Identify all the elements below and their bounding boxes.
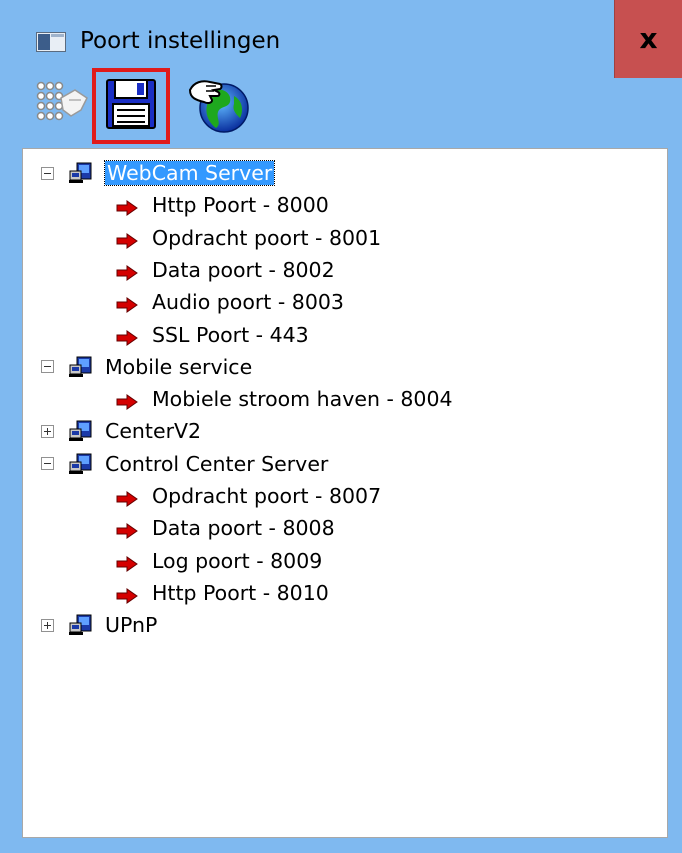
- tree-leaf-label[interactable]: Data poort - 8008: [152, 516, 335, 540]
- tree-node-label[interactable]: UPnP: [105, 613, 157, 637]
- tree-leaf-label[interactable]: Audio poort - 8003: [152, 290, 344, 314]
- web-button[interactable]: [180, 68, 258, 144]
- red-arrow-icon: [116, 197, 138, 217]
- red-arrow-icon: [116, 553, 138, 572]
- tree-leaf[interactable]: Mobiele stroom haven - 8004: [116, 384, 453, 414]
- tree-leaf-label[interactable]: Http Poort - 8000: [152, 193, 329, 217]
- tree-leaf[interactable]: Data poort - 8008: [116, 513, 335, 543]
- network-computer-icon: [69, 420, 93, 442]
- globe-hand-icon: [186, 72, 252, 140]
- tree-node[interactable]: WebCam Server: [41, 158, 276, 188]
- tree-leaf-label[interactable]: Http Poort - 8010: [152, 581, 329, 605]
- tree-leaf[interactable]: Opdracht poort - 8001: [116, 223, 381, 253]
- tree-leaf[interactable]: Log poort - 8009: [116, 546, 322, 576]
- collapse-icon[interactable]: [41, 457, 54, 471]
- red-arrow-icon: [116, 585, 138, 604]
- tree-leaf[interactable]: SSL Poort - 443: [116, 320, 309, 350]
- tree-leaf[interactable]: Audio poort - 8003: [116, 287, 344, 317]
- tree-node[interactable]: Mobile service: [41, 352, 252, 382]
- tree-leaf[interactable]: Opdracht poort - 8007: [116, 481, 381, 511]
- tree-node[interactable]: UPnP: [41, 610, 157, 640]
- port-settings-window: Poort instellingen x WebCam Server Http …: [0, 0, 682, 853]
- network-computer-icon: [69, 614, 93, 636]
- tree-leaf-label[interactable]: Opdracht poort - 8007: [152, 484, 381, 508]
- tree-leaf-label[interactable]: SSL Poort - 443: [152, 323, 309, 347]
- tree-leaf-label[interactable]: Opdracht poort - 8001: [152, 226, 381, 250]
- tree-leaf-label[interactable]: Mobiele stroom haven - 8004: [152, 387, 453, 411]
- port-grid-icon: [31, 76, 95, 136]
- tree-node-label[interactable]: Control Center Server: [105, 452, 328, 476]
- red-arrow-icon: [116, 294, 138, 314]
- red-arrow-icon: [116, 520, 138, 540]
- red-arrow-icon: [116, 391, 138, 411]
- collapse-icon[interactable]: [41, 166, 54, 180]
- tree-node-label[interactable]: CenterV2: [105, 419, 201, 443]
- floppy-disk-icon: [103, 76, 159, 136]
- network-computer-icon: [69, 162, 93, 184]
- red-arrow-icon: [116, 327, 138, 346]
- close-icon: x: [639, 22, 658, 55]
- tree-leaf[interactable]: Http Poort - 8010: [116, 578, 329, 608]
- tree-node[interactable]: CenterV2: [41, 416, 201, 446]
- red-arrow-icon: [116, 262, 138, 281]
- port-tree-view[interactable]: WebCam Server Http Poort - 8000 Opdracht p…: [22, 148, 668, 838]
- tree-leaf-label[interactable]: Log poort - 8009: [152, 549, 322, 573]
- tree-leaf-label[interactable]: Data poort - 8002: [152, 258, 335, 282]
- tree-node[interactable]: Control Center Server: [41, 449, 328, 479]
- tree-node-label[interactable]: Mobile service: [105, 355, 252, 379]
- window-icon: [36, 32, 66, 52]
- network-computer-icon: [69, 356, 93, 378]
- tree-node-label[interactable]: WebCam Server: [103, 160, 276, 186]
- window-title: Poort instellingen: [80, 28, 281, 54]
- expand-icon[interactable]: [41, 618, 54, 632]
- red-arrow-icon: [116, 230, 138, 249]
- expand-icon[interactable]: [41, 424, 54, 438]
- tree-leaf[interactable]: Http Poort - 8000: [116, 190, 329, 220]
- toolbar: [22, 66, 668, 146]
- tree-leaf[interactable]: Data poort - 8002: [116, 255, 335, 285]
- ports-button[interactable]: [24, 68, 102, 144]
- red-arrow-icon: [116, 488, 138, 507]
- save-button[interactable]: [92, 68, 170, 144]
- collapse-icon[interactable]: [41, 360, 54, 374]
- network-computer-icon: [69, 453, 93, 475]
